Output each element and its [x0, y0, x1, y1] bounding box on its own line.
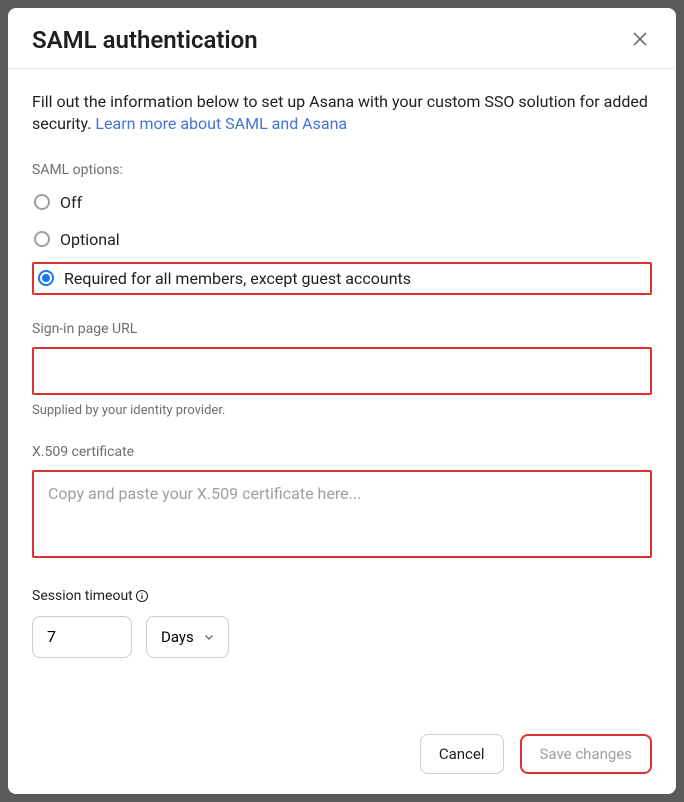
radio-icon: [34, 231, 50, 247]
timeout-label-row: Session timeout: [32, 588, 652, 604]
close-button[interactable]: [628, 27, 652, 54]
option-optional[interactable]: Optional: [32, 225, 652, 254]
close-icon: [632, 31, 648, 50]
saml-options-section: SAML options: Off Optional Required for …: [32, 162, 652, 295]
chevron-down-icon: [204, 632, 214, 642]
option-required-label: Required for all members, except guest a…: [64, 269, 411, 288]
modal-footer: Cancel Save changes: [8, 718, 676, 794]
radio-icon: [34, 194, 50, 210]
timeout-row: Days: [32, 616, 652, 658]
signin-url-section: Sign-in page URL Supplied by your identi…: [32, 321, 652, 418]
saml-options-group: Off Optional Required for all members, e…: [32, 188, 652, 295]
signin-url-help: Supplied by your identity provider.: [32, 403, 652, 418]
timeout-unit-label: Days: [161, 628, 194, 646]
cert-section: X.509 certificate: [32, 444, 652, 562]
cert-textarea[interactable]: [32, 470, 652, 558]
saml-options-label: SAML options:: [32, 162, 652, 178]
signin-url-input[interactable]: [32, 347, 652, 395]
saml-auth-modal: SAML authentication Fill out the informa…: [8, 8, 676, 794]
option-off[interactable]: Off: [32, 188, 652, 217]
save-changes-button[interactable]: Save changes: [520, 734, 652, 774]
modal-title: SAML authentication: [32, 26, 258, 54]
info-icon[interactable]: [135, 589, 149, 603]
option-off-label: Off: [60, 193, 82, 212]
option-optional-label: Optional: [60, 230, 120, 249]
learn-more-link[interactable]: Learn more about SAML and Asana: [95, 114, 347, 133]
intro-text: Fill out the information below to set up…: [32, 91, 652, 136]
modal-header: SAML authentication: [8, 8, 676, 69]
option-required[interactable]: Required for all members, except guest a…: [32, 262, 652, 295]
timeout-section: Session timeout Days: [32, 588, 652, 658]
radio-icon: [38, 270, 54, 286]
timeout-label: Session timeout: [32, 588, 133, 604]
timeout-value-input[interactable]: [32, 616, 132, 658]
cancel-button[interactable]: Cancel: [420, 734, 504, 774]
cert-label: X.509 certificate: [32, 444, 652, 460]
timeout-unit-select[interactable]: Days: [146, 616, 229, 658]
modal-body: Fill out the information below to set up…: [8, 69, 676, 718]
signin-url-label: Sign-in page URL: [32, 321, 652, 337]
